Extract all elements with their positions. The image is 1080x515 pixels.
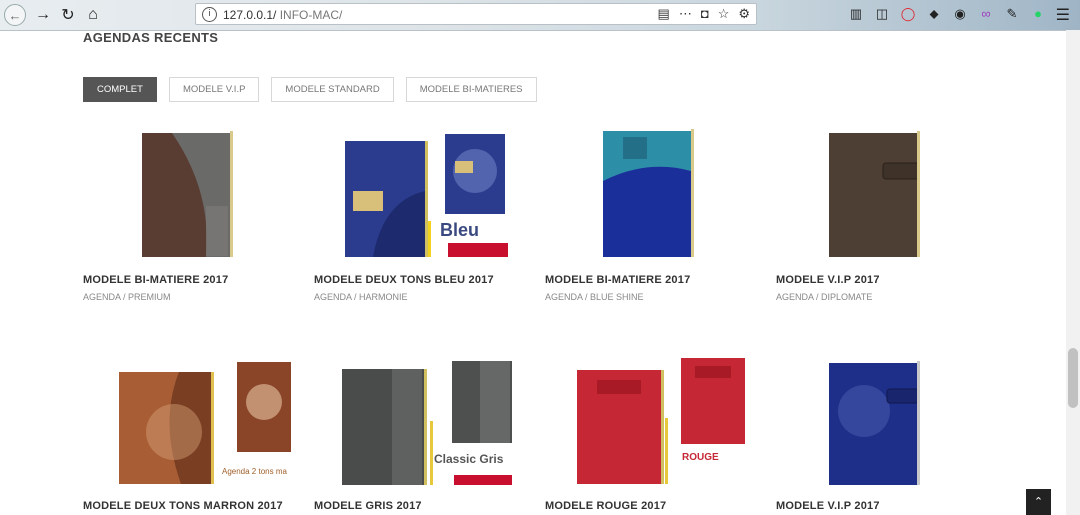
product-image-1[interactable]	[142, 131, 234, 262]
image-caption: Agenda 2 tons ma	[222, 467, 287, 476]
opera-icon[interactable]: ◯	[900, 6, 916, 22]
info-icon[interactable]: i	[202, 7, 217, 22]
product-category[interactable]: AGENDA / HARMONIE	[314, 292, 408, 302]
filter-complet[interactable]: COMPLET	[83, 77, 157, 102]
address-bar[interactable]: i 127.0.0.1/ INFO-MAC/ ▤ ⋯ ◘ ☆ ⚙	[195, 3, 757, 25]
library-icon[interactable]: ▥	[848, 6, 864, 22]
more-actions-icon[interactable]: ⋯	[679, 6, 692, 22]
settings-gear-icon[interactable]: ⚙	[738, 6, 750, 22]
product-title[interactable]: MODELE V.I.P 2017	[776, 274, 880, 286]
page-scrollbar[interactable]	[1066, 30, 1080, 515]
addon-icon[interactable]: ∞	[978, 6, 994, 22]
product-title[interactable]: MODELE V.I.P 2017	[776, 500, 880, 512]
product-image-7[interactable]	[577, 358, 747, 489]
reload-button[interactable]: ↻	[57, 4, 79, 26]
home-button[interactable]: ⌂	[82, 4, 104, 26]
image-caption: Bleu	[440, 220, 480, 240]
image-caption: ROUGE	[682, 452, 719, 463]
product-category[interactable]: AGENDA / PREMIUM	[83, 292, 171, 302]
hamburger-menu-icon[interactable]: ☰	[1056, 5, 1070, 25]
product-title[interactable]: MODELE ROUGE 2017	[545, 500, 666, 512]
location-icon[interactable]: ⬥	[926, 6, 942, 22]
scrollbar-thumb[interactable]	[1068, 348, 1078, 408]
back-button[interactable]: ←	[4, 4, 26, 26]
filter-bi-matieres[interactable]: MODELE BI-MATIERES	[405, 77, 537, 102]
filter-bar: COMPLET MODELE V.I.P MODELE STANDARD MOD…	[83, 77, 537, 102]
product-image-8[interactable]	[829, 361, 921, 490]
sidebar-icon[interactable]: ◫	[874, 6, 890, 22]
product-title[interactable]: MODELE GRIS 2017	[314, 500, 422, 512]
image-caption: Classic Gris	[434, 452, 504, 466]
product-image-6[interactable]	[342, 361, 514, 490]
extension-icon[interactable]: ◉	[952, 6, 968, 22]
reader-view-icon[interactable]: ▤	[658, 6, 670, 22]
product-image-2[interactable]	[343, 131, 513, 262]
url-text: 127.0.0.1/ INFO-MAC/	[223, 8, 343, 22]
product-title[interactable]: MODELE BI-MATIERE 2017	[83, 274, 228, 286]
filter-standard[interactable]: MODELE STANDARD	[271, 77, 394, 102]
product-title[interactable]: MODELE DEUX TONS BLEU 2017	[314, 274, 494, 286]
product-image-3[interactable]	[603, 129, 695, 262]
scroll-to-top-button[interactable]: ⌃	[1026, 489, 1051, 515]
product-category[interactable]: AGENDA / DIPLOMATE	[776, 292, 872, 302]
pen-icon[interactable]: ✎	[1004, 6, 1020, 22]
whatsapp-icon[interactable]: ●	[1030, 6, 1046, 22]
section-title: AGENDAS RECENTS	[83, 30, 219, 45]
pocket-icon[interactable]: ◘	[701, 6, 709, 22]
product-title[interactable]: MODELE BI-MATIERE 2017	[545, 274, 690, 286]
product-category[interactable]: AGENDA / BLUE SHINE	[545, 292, 644, 302]
filter-vip[interactable]: MODELE V.I.P	[168, 77, 260, 102]
forward-button[interactable]: →	[32, 4, 54, 26]
product-title[interactable]: MODELE DEUX TONS MARRON 2017	[83, 500, 283, 512]
browser-toolbar: ← → ↻ ⌂ i 127.0.0.1/ INFO-MAC/ ▤ ⋯ ◘ ☆ ⚙…	[0, 0, 1080, 31]
bookmark-star-icon[interactable]: ☆	[718, 6, 730, 22]
product-image-4[interactable]	[829, 131, 921, 262]
